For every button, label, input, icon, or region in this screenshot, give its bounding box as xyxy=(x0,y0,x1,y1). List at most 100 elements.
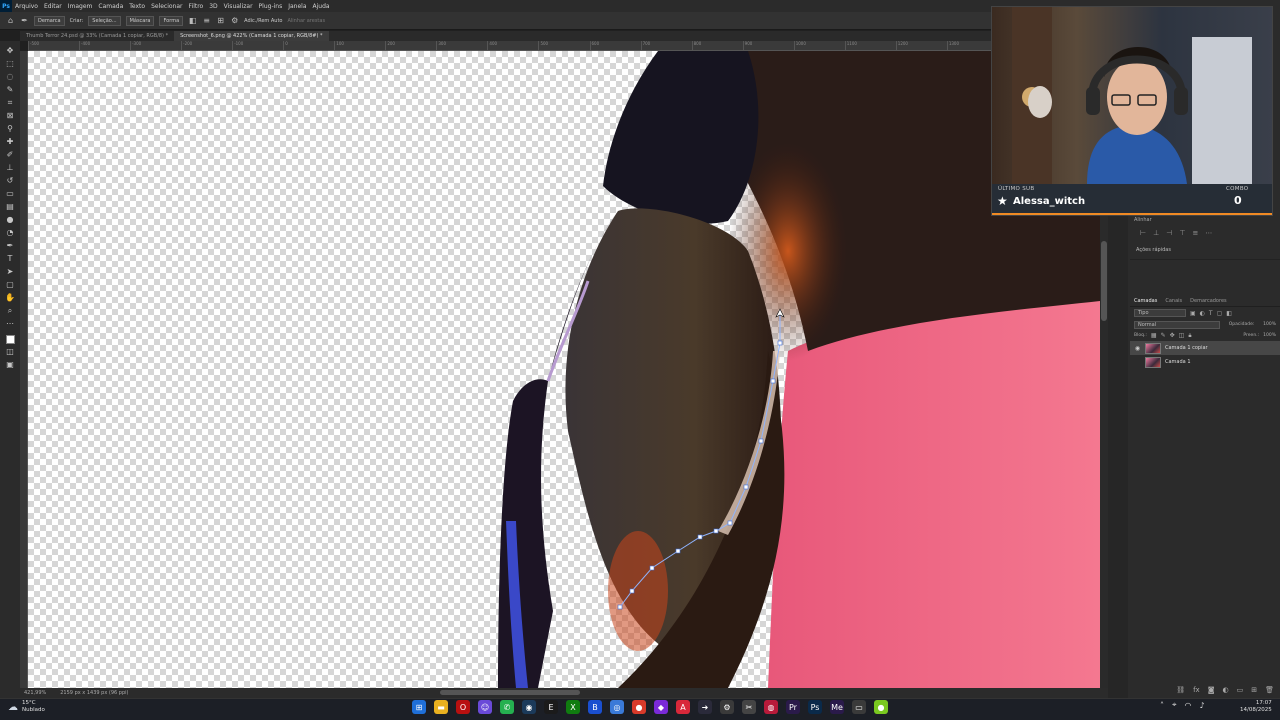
healing-brush-tool-icon[interactable]: ✚ xyxy=(4,136,17,147)
opacity-value[interactable]: 100% xyxy=(1263,322,1276,327)
quick-actions-section[interactable]: Ações rápidas xyxy=(1130,241,1280,260)
layer-row[interactable]: ◉ Camada 1 copiar xyxy=(1130,341,1280,355)
menu-filtro[interactable]: Filtro xyxy=(186,3,207,10)
steam-icon[interactable]: ◉ xyxy=(522,700,536,714)
selection-button[interactable]: Seleção... xyxy=(88,15,121,26)
horizontal-scroll-thumb[interactable] xyxy=(440,690,580,695)
align-top-icon[interactable]: ⊤ xyxy=(1179,229,1185,237)
tab-paths[interactable]: Demarcadores xyxy=(1190,298,1226,304)
monitor-app-icon[interactable]: ▭ xyxy=(852,700,866,714)
more-tools-icon[interactable]: ⋯ xyxy=(4,318,17,329)
shape-button[interactable]: Forma xyxy=(159,15,184,26)
foreground-color-swatch[interactable] xyxy=(5,335,15,344)
wifi-icon[interactable]: ◠ xyxy=(1185,701,1192,710)
weather-widget[interactable]: ☁ 15°C Nublado xyxy=(8,700,45,714)
auto-add-delete-checkbox[interactable]: Adic./Rem Auto xyxy=(244,18,282,24)
path-alignment-icon[interactable]: ≡ xyxy=(202,16,211,25)
photoshop-taskbar-icon[interactable]: Ps xyxy=(808,700,822,714)
pen-tool-icon[interactable]: ✒ xyxy=(4,240,17,251)
clone-stamp-tool-icon[interactable]: ⊥ xyxy=(4,162,17,173)
menu-selecionar[interactable]: Selecionar xyxy=(148,3,185,10)
brush-tool-icon[interactable]: ✐ xyxy=(4,149,17,160)
align-middle-icon[interactable]: ≡ xyxy=(1192,229,1198,237)
new-layer-icon[interactable]: ⊞ xyxy=(1251,686,1257,694)
whatsapp-icon[interactable]: ✆ xyxy=(500,700,514,714)
filter-shape-icon[interactable]: ▢ xyxy=(1217,310,1223,317)
pen-tool-icon[interactable]: ✒ xyxy=(20,16,29,25)
photoshop-logo[interactable]: Ps xyxy=(0,0,12,12)
move-tool-icon[interactable]: ✥ xyxy=(4,45,17,56)
vertical-scroll-thumb[interactable] xyxy=(1101,241,1107,321)
menu-camada[interactable]: Camada xyxy=(95,3,126,10)
lock-artboard-icon[interactable]: ◫ xyxy=(1179,332,1185,339)
history-brush-tool-icon[interactable]: ↺ xyxy=(4,175,17,186)
link-layers-icon[interactable]: ⛓ xyxy=(1176,686,1185,694)
menu-janela[interactable]: Janela xyxy=(285,3,309,10)
frame-tool-icon[interactable]: ⊠ xyxy=(4,110,17,121)
obs-icon[interactable]: ◍ xyxy=(764,700,778,714)
green-app-icon[interactable]: ● xyxy=(874,700,888,714)
tab-channels[interactable]: Canais xyxy=(1165,298,1182,304)
menu-editar[interactable]: Editar xyxy=(41,3,65,10)
shape-tool-icon[interactable]: ▢ xyxy=(4,279,17,290)
menu-ajuda[interactable]: Ajuda xyxy=(310,3,333,10)
lock-transparent-icon[interactable]: ▦ xyxy=(1151,332,1157,339)
filter-smart-icon[interactable]: ◧ xyxy=(1226,310,1232,317)
menu-3d[interactable]: 3D xyxy=(206,3,220,10)
menu-visualizar[interactable]: Visualizar xyxy=(221,3,256,10)
file-explorer-icon[interactable]: ▬ xyxy=(434,700,448,714)
quick-mask-icon[interactable]: ◫ xyxy=(4,346,17,357)
blur-tool-icon[interactable]: ● xyxy=(4,214,17,225)
zoom-tool-icon[interactable]: ⌕ xyxy=(4,305,17,316)
gradient-tool-icon[interactable]: ▤ xyxy=(4,201,17,212)
xbox-icon[interactable]: X xyxy=(566,700,580,714)
chrome-icon[interactable]: ◎ xyxy=(610,700,624,714)
menu-plugins[interactable]: Plug-ins xyxy=(256,3,286,10)
location-icon[interactable]: ⌖ xyxy=(1172,700,1177,710)
lock-move-icon[interactable]: ✥ xyxy=(1170,332,1175,339)
more-icon[interactable]: ⋯ xyxy=(1205,229,1212,237)
visibility-eye-icon[interactable]: ◉ xyxy=(1134,345,1141,352)
marquee-tool-icon[interactable]: ⬚ xyxy=(4,58,17,69)
media-encoder-icon[interactable]: Me xyxy=(830,700,844,714)
add-mask-icon[interactable]: ◙ xyxy=(1208,686,1215,694)
menu-imagem[interactable]: Imagem xyxy=(65,3,96,10)
lasso-tool-icon[interactable]: ◌ xyxy=(4,71,17,82)
menu-arquivo[interactable]: Arquivo xyxy=(12,3,41,10)
epic-games-icon[interactable]: E xyxy=(544,700,558,714)
twitch-icon[interactable]: ◆ xyxy=(654,700,668,714)
blend-mode-select[interactable]: Normal xyxy=(1134,320,1220,329)
filter-type-icon[interactable]: T xyxy=(1209,310,1213,317)
snipping-tool-icon[interactable]: ✂ xyxy=(742,700,756,714)
delete-layer-icon[interactable]: 🗑︎ xyxy=(1265,686,1274,694)
volume-icon[interactable]: ♪ xyxy=(1200,701,1205,710)
align-center-icon[interactable]: ⊥ xyxy=(1153,229,1159,237)
record-icon[interactable]: ● xyxy=(632,700,646,714)
mask-button[interactable]: Máscara xyxy=(125,15,155,26)
layer-row[interactable]: Camada 1 xyxy=(1130,355,1280,369)
opera-icon[interactable]: O xyxy=(456,700,470,714)
eyedropper-tool-icon[interactable]: ⚲ xyxy=(4,123,17,134)
taskbar-clock[interactable]: 17:07 14/08/2025 xyxy=(1240,700,1272,714)
tab-layers[interactable]: Camadas xyxy=(1134,298,1157,304)
path-selection-tool-icon[interactable]: ➤ xyxy=(4,266,17,277)
filter-adjust-icon[interactable]: ◐ xyxy=(1200,310,1205,317)
align-left-icon[interactable]: ⊢ xyxy=(1140,229,1146,237)
crop-tool-icon[interactable]: ⌗ xyxy=(4,97,17,108)
fill-value[interactable]: 100% xyxy=(1263,333,1276,338)
new-group-icon[interactable]: ▭ xyxy=(1237,686,1244,694)
eraser-tool-icon[interactable]: ▭ xyxy=(4,188,17,199)
hand-tool-icon[interactable]: ✋ xyxy=(4,292,17,303)
document-canvas[interactable] xyxy=(28,51,1100,688)
battlenet-icon[interactable]: B xyxy=(588,700,602,714)
lock-paint-icon[interactable]: ✎ xyxy=(1161,332,1166,339)
quick-select-tool-icon[interactable]: ✎ xyxy=(4,84,17,95)
adjustment-layer-icon[interactable]: ◐ xyxy=(1223,686,1229,694)
pen-mode-select[interactable]: Demarca xyxy=(34,15,65,26)
path-operations-icon[interactable]: ◧ xyxy=(188,16,197,25)
align-right-icon[interactable]: ⊣ xyxy=(1166,229,1172,237)
settings-gear-icon[interactable]: ⚙ xyxy=(720,700,734,714)
zoom-level[interactable]: 421,99% xyxy=(24,690,46,696)
home-icon[interactable]: ⌂ xyxy=(6,16,15,25)
dodge-tool-icon[interactable]: ◔ xyxy=(4,227,17,238)
